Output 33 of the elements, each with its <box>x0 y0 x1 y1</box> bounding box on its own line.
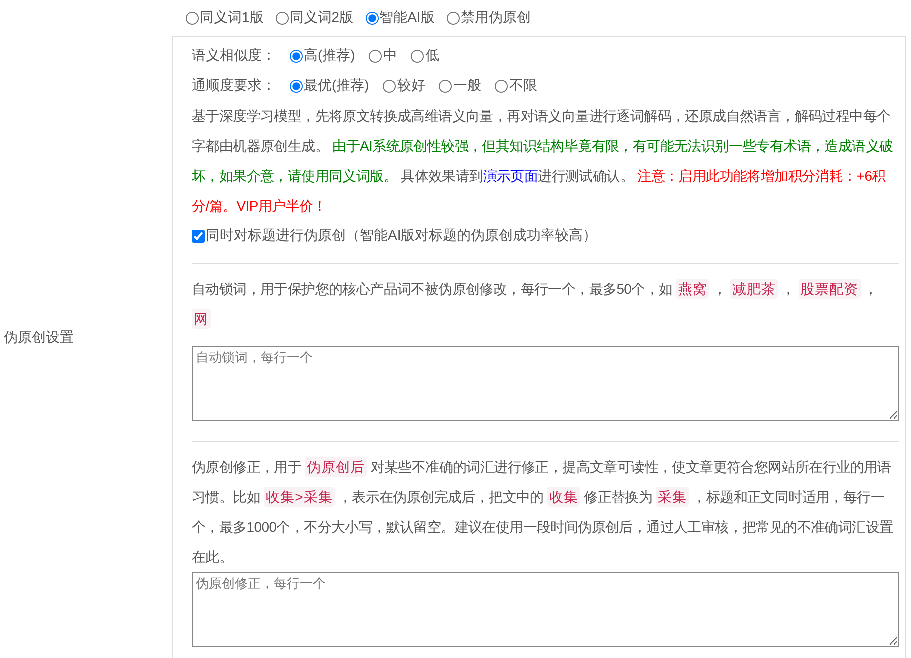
radio-button[interactable] <box>446 12 460 24</box>
option-label[interactable]: 智能AI版 <box>380 9 435 27</box>
option-label[interactable]: 较好 <box>397 77 426 95</box>
radio-button[interactable] <box>290 50 303 62</box>
option-label[interactable]: 一般 <box>453 77 482 95</box>
radio-button[interactable] <box>290 80 303 92</box>
option-label[interactable]: 最优(推荐) <box>304 77 370 95</box>
correction-description: 伪原创修正，用于 伪原创后 对某些不准确的词汇进行修正，提高文章可读性，使文章更符合您网站所在行业的用语习惯。比如 收集>采集 ，表示在伪原创完成后，把文中的 收集 修正替换为 采集 ，标题和正文同时适用，每行一个，最多1000个，不分大小写，默认留空。建议在使用一段时间伪原创后，通过人工审核，把常见的不准确词汇设置在此。 <box>192 456 894 567</box>
option-label[interactable]: 不限 <box>509 77 538 95</box>
option-label[interactable]: 同义词1版 <box>200 9 264 27</box>
input-field[interactable]: 自动锁词，每行一个 <box>192 346 899 421</box>
input-field[interactable]: 伪原创修正，每行一个 <box>192 572 899 647</box>
option-label[interactable]: 同义词2版 <box>290 9 354 27</box>
setting-label: 通顺度要求： <box>192 77 276 95</box>
setting-label: 语义相似度： <box>192 47 276 65</box>
section-label: 伪原创设置 <box>3 328 75 347</box>
option-label[interactable]: 低 <box>425 47 440 65</box>
radio-button[interactable] <box>495 80 508 92</box>
checkbox-label[interactable]: 同时对标题进行伪原创（智能AI版对标题的伪原创成功率较高） <box>206 227 598 245</box>
radio-button[interactable] <box>186 12 199 24</box>
radio-button[interactable] <box>383 80 396 92</box>
option-label[interactable]: 禁用伪原创 <box>460 9 531 27</box>
demo-page-link[interactable]: 演示页面 <box>483 168 538 184</box>
radio-button[interactable] <box>411 50 424 62</box>
checkbox[interactable] <box>192 230 205 242</box>
radio-button[interactable] <box>369 50 382 62</box>
lock-words-description: 自动锁词，用于保护您的核心产品词不被伪原创修改，每行一个，最多50个，如 燕窝 ， 减肥茶 ， 股票配资 ， 网 <box>192 278 879 331</box>
radio-button[interactable] <box>366 12 379 24</box>
option-label[interactable]: 中 <box>383 47 398 65</box>
radio-button[interactable] <box>276 12 289 24</box>
radio-button[interactable] <box>439 80 452 92</box>
option-label[interactable]: 高(推荐) <box>304 47 356 65</box>
ai-description: 基于深度学习模型，先将原文转换成高维语义向量，再对语义向量进行逐词解码，还原成自然语言，解码过程中每个字都由机器原创生成。 由于AI系统原创性较强，但其知识结构毕竟有限，有可能无法识别一些专有术语，造成语义破坏，如果介意，请使用同义词版。 具体效果请到演示页面进行测试确认。 注意：启用此功能将增加积分消耗：+6积分/篇。VIP用户半价！ <box>192 107 894 216</box>
